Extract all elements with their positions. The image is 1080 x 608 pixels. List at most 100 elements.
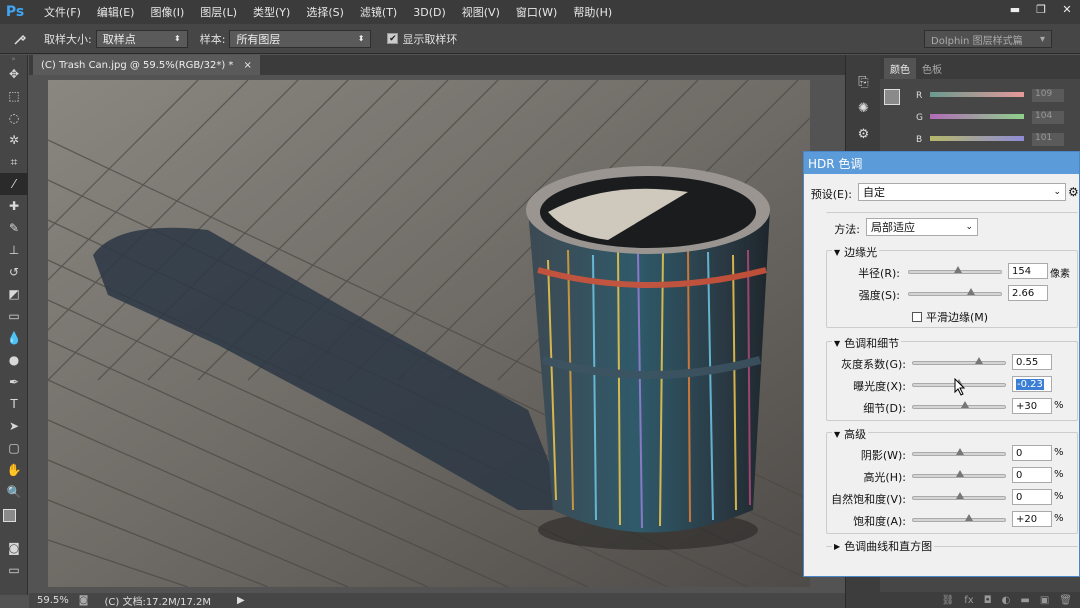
slider-thumb[interactable] [954, 266, 962, 273]
channel-g-slider[interactable] [930, 114, 1024, 119]
radius-slider[interactable] [908, 266, 1002, 274]
new-group-icon[interactable]: ▬ [1020, 595, 1029, 606]
channel-r-slider[interactable] [930, 92, 1024, 97]
marquee-tool-icon[interactable]: ⬚ [0, 85, 28, 107]
healing-brush-tool-icon[interactable]: ✚ [0, 195, 28, 217]
gamma-slider[interactable] [912, 357, 1006, 365]
detail-slider[interactable] [912, 401, 1006, 409]
lasso-tool-icon[interactable]: ◌ [0, 107, 28, 129]
fx-icon[interactable]: fx [964, 595, 973, 606]
stamp-tool-icon[interactable]: ⊥ [0, 239, 28, 261]
sample-size-select[interactable]: 取样点 ⬍ [95, 29, 188, 48]
preset-select[interactable]: 自定 ⌄ [858, 183, 1066, 201]
exposure-input[interactable]: -0.23 [1012, 376, 1052, 392]
smooth-edges-checkbox[interactable]: 平滑边缘(M) [912, 309, 988, 325]
menu-edit[interactable]: 编辑(E) [89, 4, 143, 20]
properties-panel-icon[interactable]: ⚙ [846, 121, 881, 147]
eyedropper-tool-preset-icon[interactable] [0, 32, 40, 46]
zoom-tool-icon[interactable]: 🔍 [0, 481, 28, 503]
slider-thumb[interactable] [961, 401, 969, 408]
tone-detail-toggle[interactable]: ▼ 色调和细节 [832, 335, 902, 351]
tab-color[interactable]: 颜色 [884, 58, 916, 79]
method-select[interactable]: 局部适应 ⌄ [866, 218, 978, 236]
trash-icon[interactable]: 🗑 [1059, 595, 1072, 606]
blur-tool-icon[interactable]: 💧 [0, 327, 28, 349]
history-panel-icon[interactable]: ⎘ [846, 69, 881, 95]
slider-thumb[interactable] [956, 470, 964, 477]
status-menu-arrow-icon[interactable]: ▶ [237, 595, 245, 606]
sample-select[interactable]: 所有图层 ⬍ [229, 29, 372, 48]
slider-thumb[interactable] [956, 492, 964, 499]
panel-foreground-swatch[interactable] [884, 89, 900, 105]
shadow-slider[interactable] [912, 448, 1006, 456]
collapse-icon[interactable]: » [0, 55, 27, 63]
close-tab-icon[interactable]: × [243, 60, 251, 71]
quick-mask-icon[interactable]: ◙ [0, 537, 28, 559]
document-tab[interactable]: (C) Trash Can.jpg @ 59.5%(RGB/32*) * × [33, 55, 260, 75]
type-tool-icon[interactable]: T [0, 393, 28, 415]
eraser-tool-icon[interactable]: ◩ [0, 283, 28, 305]
channel-r-value[interactable]: 109 [1032, 89, 1064, 102]
menu-window[interactable]: 窗口(W) [508, 4, 565, 20]
dodge-tool-icon[interactable]: ● [0, 349, 28, 371]
adjustment-layer-icon[interactable]: ◐ [1002, 595, 1011, 606]
menu-type[interactable]: 类型(Y) [245, 4, 298, 20]
tab-swatches[interactable]: 色板 [916, 58, 948, 79]
menu-image[interactable]: 图像(I) [142, 4, 192, 20]
saturation-input[interactable]: +20 [1012, 511, 1052, 527]
screen-mode-icon[interactable]: ▭ [0, 559, 28, 581]
highlight-input[interactable]: 0 [1012, 467, 1052, 483]
document-image[interactable] [48, 80, 810, 587]
channel-g-value[interactable]: 104 [1032, 111, 1064, 124]
minimize-icon[interactable]: ▬ [1002, 0, 1028, 18]
strength-slider[interactable] [908, 288, 1002, 296]
brush-tool-icon[interactable]: ✎ [0, 217, 28, 239]
workspace-select[interactable]: Dolphin 图层样式篇 ▾ [924, 30, 1052, 48]
gamma-input[interactable]: 0.55 [1012, 354, 1052, 370]
radius-input[interactable]: 154 [1008, 263, 1048, 279]
path-select-tool-icon[interactable]: ➤ [0, 415, 28, 437]
maximize-icon[interactable]: ❐ [1028, 0, 1054, 18]
new-layer-icon[interactable]: ▣ [1040, 595, 1049, 606]
gradient-tool-icon[interactable]: ▭ [0, 305, 28, 327]
link-layers-icon[interactable]: ⛓ [942, 595, 955, 606]
strength-input[interactable]: 2.66 [1008, 285, 1048, 301]
shape-tool-icon[interactable]: ▢ [0, 437, 28, 459]
detail-input[interactable]: +30 [1012, 398, 1052, 414]
zoom-level[interactable]: 59.5% [37, 595, 69, 606]
canvas-area[interactable] [29, 75, 845, 593]
history-brush-tool-icon[interactable]: ↺ [0, 261, 28, 283]
advanced-toggle[interactable]: ▼ 高级 [832, 426, 869, 442]
channel-b-slider[interactable] [930, 136, 1024, 141]
curve-toggle[interactable]: ▶ 色调曲线和直方图 [832, 538, 935, 554]
slider-thumb[interactable] [956, 448, 964, 455]
shadow-input[interactable]: 0 [1012, 445, 1052, 461]
menu-help[interactable]: 帮助(H) [565, 4, 620, 20]
vibrance-input[interactable]: 0 [1012, 489, 1052, 505]
menu-view[interactable]: 视图(V) [454, 4, 508, 20]
pen-tool-icon[interactable]: ✒ [0, 371, 28, 393]
show-ring-checkbox[interactable]: ✔ 显示取样环 [387, 31, 457, 47]
saturation-slider[interactable] [912, 514, 1006, 522]
slider-thumb[interactable] [965, 514, 973, 521]
menu-file[interactable]: 文件(F) [36, 4, 89, 20]
slider-thumb[interactable] [967, 288, 975, 295]
move-tool-icon[interactable]: ✥ [0, 63, 28, 85]
gear-icon[interactable]: ⚙ [1068, 185, 1079, 199]
crop-tool-icon[interactable]: ⌗ [0, 151, 28, 173]
adjustments-panel-icon[interactable]: ✺ [846, 95, 881, 121]
eyedropper-tool-icon[interactable]: ⁄ [0, 173, 28, 195]
highlight-slider[interactable] [912, 470, 1006, 478]
close-window-icon[interactable]: ✕ [1054, 0, 1080, 18]
color-swatches[interactable] [0, 503, 27, 537]
menu-select[interactable]: 选择(S) [298, 4, 352, 20]
foreground-color-swatch[interactable] [3, 509, 16, 522]
channel-b-value[interactable]: 101 [1032, 133, 1064, 146]
add-mask-icon[interactable]: ◘ [984, 595, 992, 606]
quick-select-tool-icon[interactable]: ✲ [0, 129, 28, 151]
vibrance-slider[interactable] [912, 492, 1006, 500]
edge-glow-toggle[interactable]: ▼ 边缘光 [832, 244, 880, 260]
menu-3d[interactable]: 3D(D) [405, 6, 454, 19]
menu-layer[interactable]: 图层(L) [192, 4, 245, 20]
slider-thumb[interactable] [975, 357, 983, 364]
